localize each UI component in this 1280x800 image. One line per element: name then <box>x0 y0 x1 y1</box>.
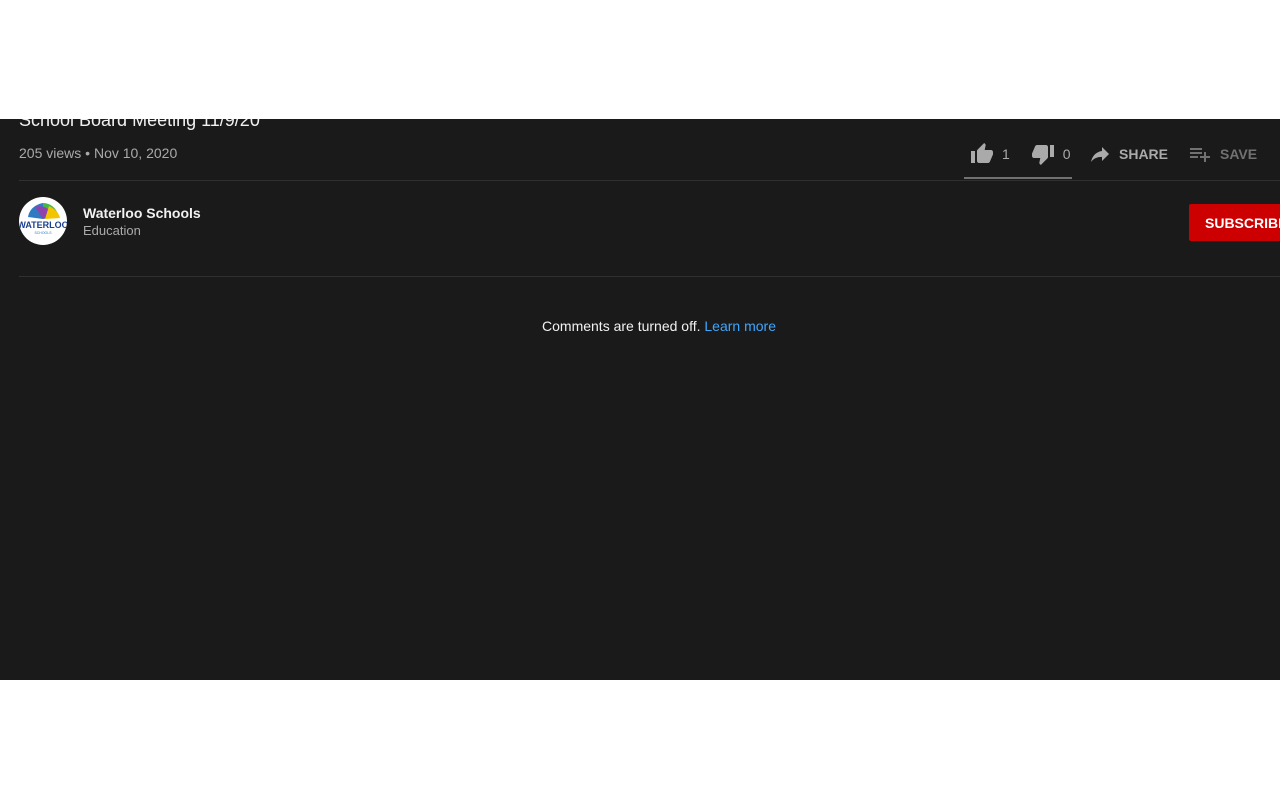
comments-disabled-message: Comments are turned off. Learn more <box>0 318 1280 334</box>
channel-avatar[interactable]: WATERLOO SCHOOLS <box>19 197 67 245</box>
meta-divider <box>19 180 1280 181</box>
publish-date: Nov 10, 2020 <box>93 145 178 161</box>
share-label: SHARE <box>1119 146 1169 162</box>
dislike-count: 0 <box>1062 146 1071 162</box>
comments-status-text: Comments are turned off. <box>542 318 701 334</box>
save-label: SAVE <box>1220 146 1258 162</box>
dislike-button[interactable]: 0 <box>1031 141 1071 167</box>
video-meta: 205 views • Nov 10, 2020 <box>19 145 177 161</box>
avatar-logo-subtext: SCHOOLS <box>34 231 52 235</box>
channel-name[interactable]: Waterloo Schools <box>83 205 201 221</box>
channel-category: Education <box>83 223 141 238</box>
video-actions: 1 0 SHARE SAVE <box>964 141 1280 179</box>
share-arrow-icon <box>1088 142 1112 166</box>
channel-divider <box>19 276 1280 277</box>
sentiment-bar: 1 0 <box>964 141 1072 179</box>
subscribe-button[interactable]: SUBSCRIBE <box>1189 204 1280 241</box>
save-button[interactable]: SAVE <box>1188 141 1257 167</box>
share-button[interactable]: SHARE <box>1088 141 1168 167</box>
playlist-add-icon <box>1188 142 1212 166</box>
like-button[interactable]: 1 <box>970 141 1010 167</box>
thumb-up-icon <box>970 142 994 166</box>
video-title: School Board Meeting 11/9/20 <box>19 119 260 130</box>
learn-more-link[interactable]: Learn more <box>704 318 776 334</box>
thumb-down-icon <box>1031 142 1055 166</box>
meta-separator: • <box>85 145 91 161</box>
like-count: 1 <box>1002 146 1010 162</box>
view-count: 205 views <box>19 145 82 161</box>
video-info-panel: School Board Meeting 11/9/20 205 views •… <box>0 119 1280 680</box>
avatar-logo-text: WATERLOO <box>19 220 67 230</box>
